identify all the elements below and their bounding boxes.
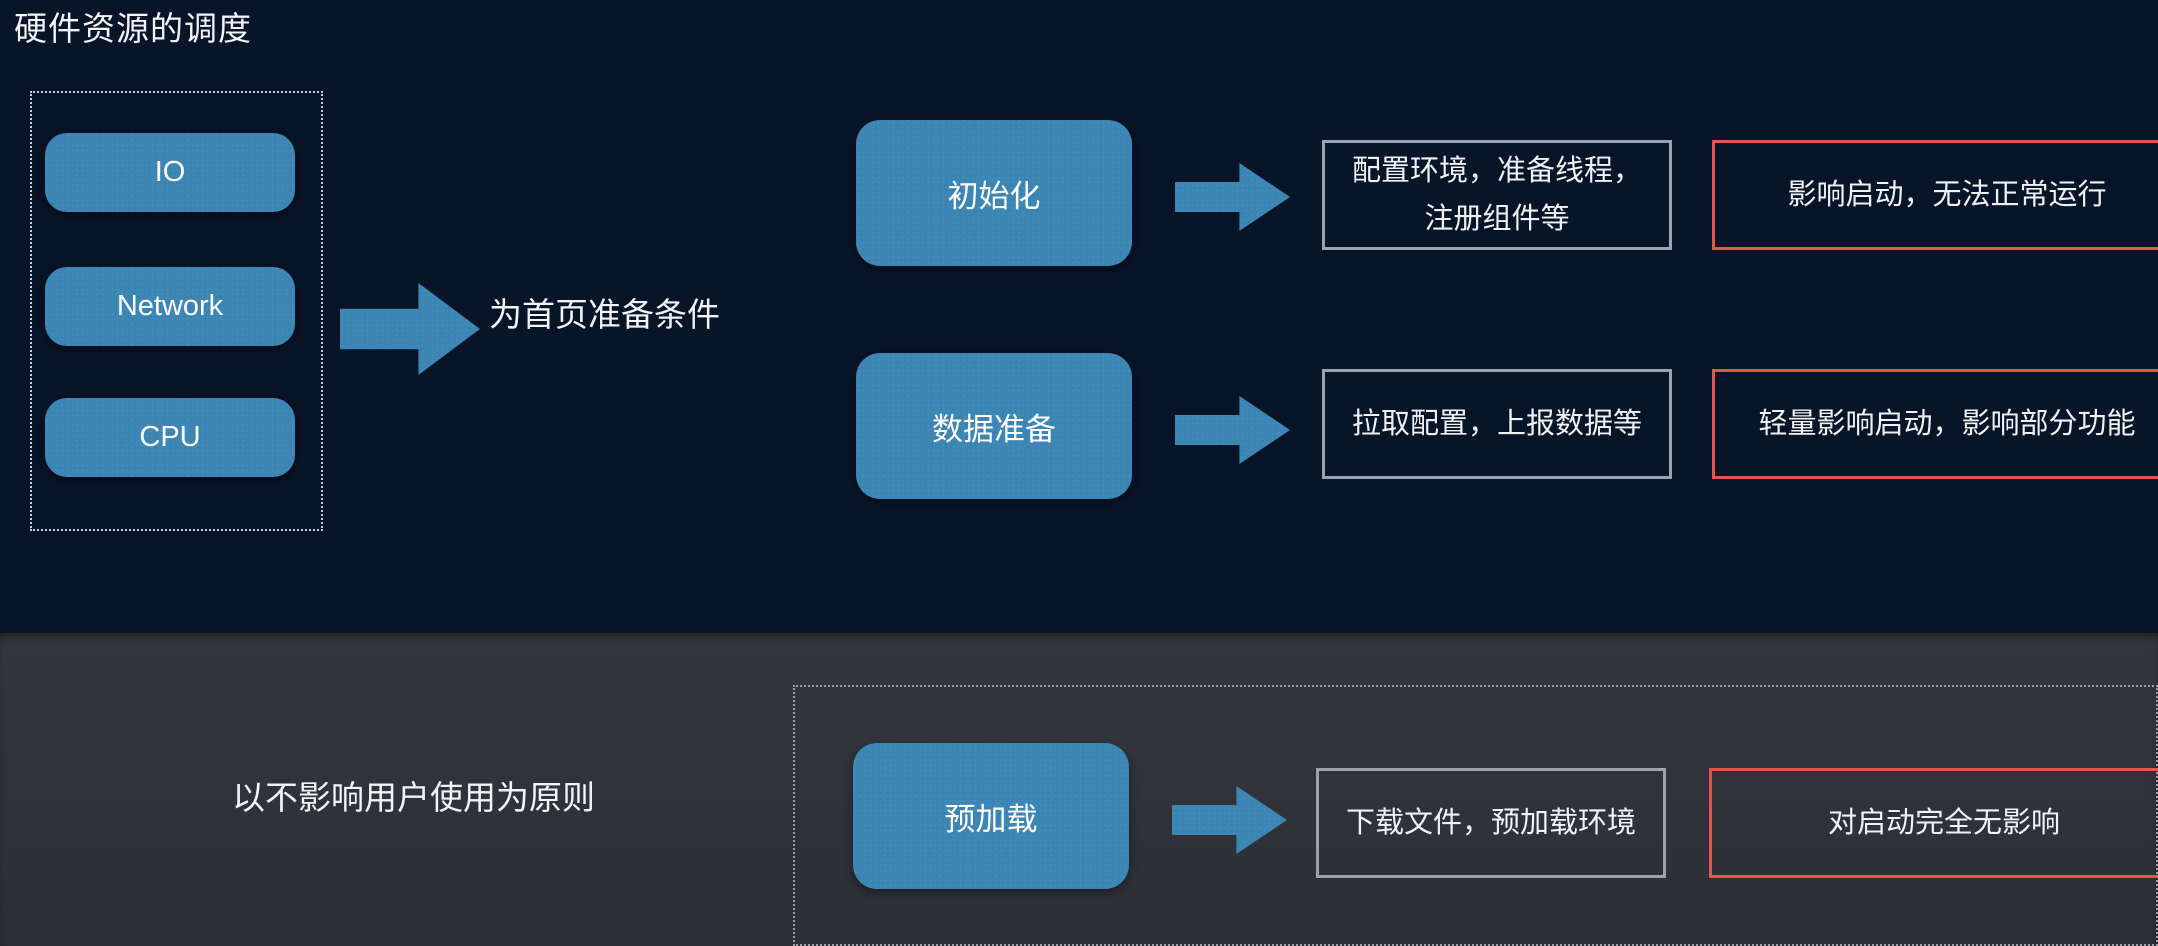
resource-chip-network[interactable]: Network [45,267,295,346]
stage-description-init: 配置环境，准备线程，注册组件等 [1322,140,1672,250]
resource-chip-cpu[interactable]: CPU [45,398,295,477]
resource-chip-io-label: IO [154,156,186,188]
top-section [0,0,2158,633]
stage-chip-preload[interactable]: 预加载 [853,743,1129,889]
resource-chip-network-label: Network [116,290,224,322]
caption-prepare-homepage: 为首页准备条件 [489,296,720,333]
stage-chip-preload-label: 预加载 [944,801,1038,837]
stage-description-preload: 下载文件，预加载环境 [1316,768,1666,878]
stage-impact-data-prep: 轻量影响启动，影响部分功能 [1712,369,2158,479]
stage-chip-init-label: 初始化 [947,178,1041,214]
resource-chip-io[interactable]: IO [45,133,295,212]
stage-description-data-prep: 拉取配置，上报数据等 [1322,369,1672,479]
resource-chip-cpu-label: CPU [139,421,201,453]
caption-user-principle: 以不影响用户使用为原则 [232,779,595,816]
stage-impact-preload: 对启动完全无影响 [1709,768,2158,878]
stage-chip-data-prep[interactable]: 数据准备 [856,353,1132,499]
stage-impact-init: 影响启动，无法正常运行 [1712,140,2158,250]
stage-chip-data-prep-label: 数据准备 [932,411,1056,447]
page-title: 硬件资源的调度 [14,10,252,47]
stage-chip-init[interactable]: 初始化 [856,120,1132,266]
